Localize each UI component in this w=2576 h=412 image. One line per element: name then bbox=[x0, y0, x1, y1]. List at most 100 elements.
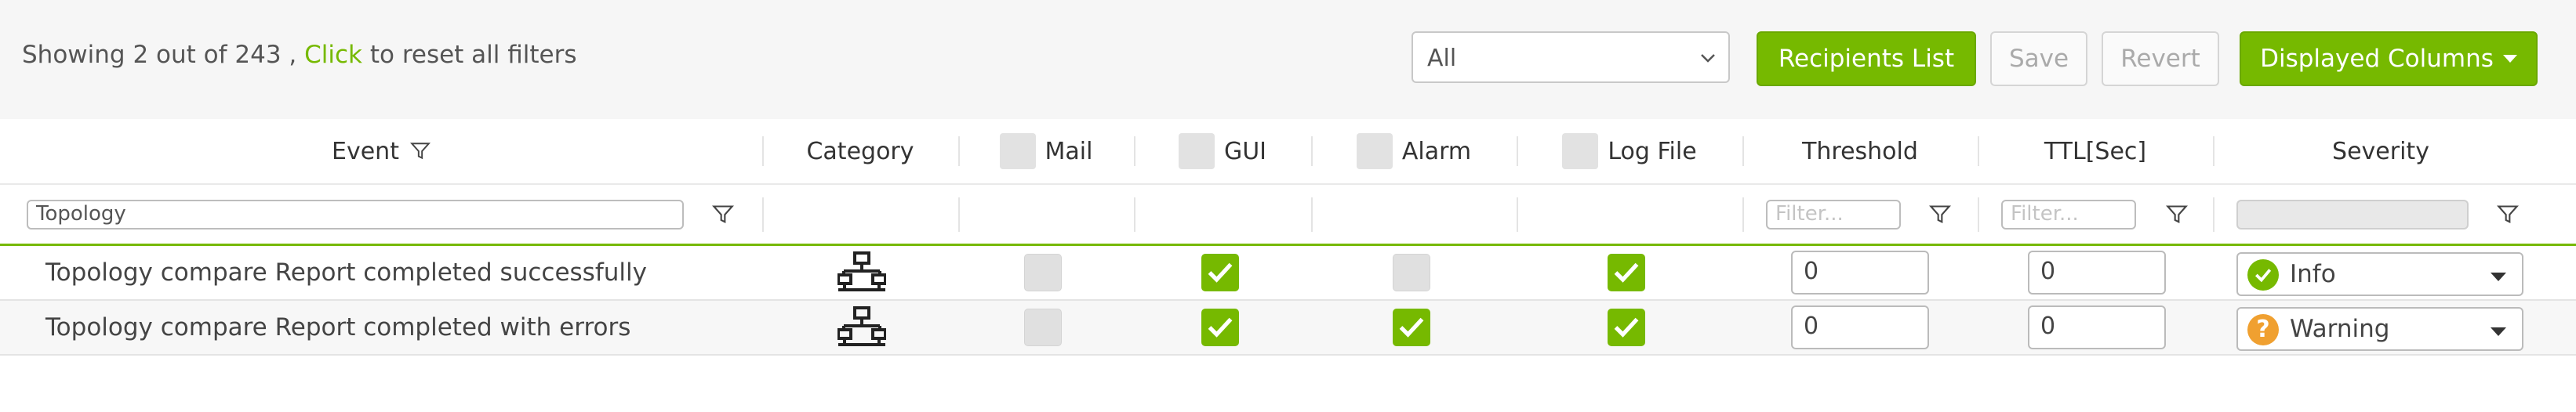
ttl-value: 0 bbox=[2040, 258, 2056, 285]
threshold-value: 0 bbox=[1804, 313, 1819, 340]
column-divider bbox=[1742, 197, 1744, 232]
logfile-checkbox[interactable] bbox=[1608, 309, 1645, 346]
column-header-category: Category bbox=[762, 119, 958, 183]
topology-icon bbox=[837, 251, 886, 291]
topology-icon bbox=[837, 306, 886, 346]
severity-value: Info bbox=[2290, 260, 2336, 288]
column-divider bbox=[762, 136, 764, 166]
revert-button[interactable]: Revert bbox=[2102, 31, 2219, 86]
column-header-category-label: Category bbox=[806, 137, 914, 165]
column-divider bbox=[1134, 197, 1135, 232]
checkmark-icon bbox=[1399, 317, 1424, 338]
column-divider bbox=[1742, 136, 1744, 166]
filter-icon[interactable] bbox=[409, 141, 431, 161]
column-divider bbox=[958, 136, 960, 166]
threshold-input[interactable]: 0 bbox=[1791, 251, 1929, 295]
save-button[interactable]: Save bbox=[1990, 31, 2087, 86]
event-filter-select-value: All bbox=[1427, 45, 1457, 72]
filter-row: Topology Filter... Filter... bbox=[0, 183, 2576, 246]
dropdown-arrow-icon bbox=[2491, 327, 2506, 336]
alarm-checkbox[interactable] bbox=[1393, 254, 1430, 291]
column-divider bbox=[1311, 197, 1313, 232]
checkmark-icon bbox=[1614, 262, 1639, 283]
column-header-alarm: Alarm bbox=[1311, 119, 1517, 183]
column-divider bbox=[2213, 136, 2214, 166]
mail-select-all-checkbox[interactable] bbox=[999, 133, 1036, 169]
question-circle-icon: ? bbox=[2247, 314, 2279, 345]
column-header-gui-label: GUI bbox=[1223, 137, 1267, 165]
column-header-event[interactable]: Event bbox=[0, 119, 762, 183]
ttl-input[interactable]: 0 bbox=[2028, 251, 2166, 295]
column-header-event-label: Event bbox=[332, 137, 399, 165]
revert-label: Revert bbox=[2120, 45, 2200, 73]
event-name: Topology compare Report completed with e… bbox=[45, 313, 631, 342]
gui-checkbox[interactable] bbox=[1201, 309, 1239, 346]
column-header-logfile: Log File bbox=[1517, 119, 1742, 183]
recipients-list-button[interactable]: Recipients List bbox=[1757, 31, 1976, 86]
filter-icon[interactable] bbox=[712, 204, 734, 226]
recipients-list-label: Recipients List bbox=[1778, 45, 1955, 73]
column-header-mail: Mail bbox=[958, 119, 1134, 183]
column-divider bbox=[1311, 136, 1313, 166]
reset-filters-link[interactable]: Click bbox=[304, 41, 362, 69]
checkmark-icon bbox=[1614, 317, 1639, 338]
check-circle-icon bbox=[2247, 259, 2279, 291]
save-label: Save bbox=[2008, 45, 2069, 73]
column-header-ttl-label: TTL[Sec] bbox=[2044, 137, 2147, 165]
threshold-input[interactable]: 0 bbox=[1791, 305, 1929, 349]
ttl-filter-placeholder: Filter... bbox=[2011, 202, 2079, 226]
table-row[interactable]: Topology compare Report completed succes… bbox=[0, 246, 2576, 301]
ttl-value: 0 bbox=[2040, 313, 2056, 340]
severity-filter-select[interactable] bbox=[2236, 200, 2469, 229]
alarm-select-all-checkbox[interactable] bbox=[1356, 133, 1393, 169]
checkmark-icon bbox=[1208, 262, 1233, 283]
severity-select[interactable]: Info bbox=[2236, 252, 2523, 296]
logfile-checkbox[interactable] bbox=[1608, 254, 1645, 291]
toolbar: Showing 2 out of 243 , Click to reset al… bbox=[0, 0, 2576, 119]
ttl-input[interactable]: 0 bbox=[2028, 305, 2166, 349]
column-header-severity-label: Severity bbox=[2332, 137, 2429, 165]
mail-checkbox[interactable] bbox=[1024, 254, 1062, 291]
column-header-alarm-label: Alarm bbox=[1401, 137, 1472, 165]
alarm-checkbox[interactable] bbox=[1393, 309, 1430, 346]
threshold-filter-input[interactable]: Filter... bbox=[1766, 200, 1901, 229]
column-header-ttl: TTL[Sec] bbox=[1978, 119, 2213, 183]
column-divider bbox=[762, 197, 764, 232]
event-filter-input[interactable]: Topology bbox=[27, 200, 684, 229]
column-divider bbox=[958, 197, 960, 232]
threshold-value: 0 bbox=[1804, 258, 1819, 285]
mail-checkbox[interactable] bbox=[1024, 309, 1062, 346]
column-divider bbox=[1978, 197, 1979, 232]
gui-select-all-checkbox[interactable] bbox=[1178, 133, 1215, 169]
checkmark-icon bbox=[1208, 317, 1233, 338]
filter-icon[interactable] bbox=[1929, 204, 1951, 226]
dropdown-arrow-icon bbox=[2491, 273, 2506, 281]
column-divider bbox=[2213, 197, 2214, 232]
reset-filters-text: to reset all filters bbox=[362, 41, 577, 69]
column-header-threshold-label: Threshold bbox=[1802, 137, 1918, 165]
filter-icon[interactable] bbox=[2166, 204, 2188, 226]
column-divider bbox=[1517, 136, 1518, 166]
column-divider bbox=[1978, 136, 1979, 166]
column-header-threshold: Threshold bbox=[1742, 119, 1978, 183]
column-divider bbox=[1517, 197, 1518, 232]
ttl-filter-input[interactable]: Filter... bbox=[2001, 200, 2136, 229]
severity-value: Warning bbox=[2290, 315, 2390, 343]
threshold-filter-placeholder: Filter... bbox=[1775, 202, 1844, 226]
severity-select[interactable]: ? Warning bbox=[2236, 307, 2523, 351]
event-filter-select[interactable]: All bbox=[1412, 31, 1730, 83]
column-header-severity: Severity bbox=[2213, 119, 2549, 183]
displayed-columns-label: Displayed Columns bbox=[2260, 45, 2494, 73]
chevron-down-icon bbox=[1701, 54, 1715, 63]
results-summary: Showing 2 out of 243 , Click to reset al… bbox=[22, 41, 577, 69]
table-row[interactable]: Topology compare Report completed with e… bbox=[0, 301, 2576, 356]
filter-icon[interactable] bbox=[2497, 204, 2519, 226]
column-header-gui: GUI bbox=[1134, 119, 1311, 183]
displayed-columns-button[interactable]: Displayed Columns bbox=[2240, 31, 2538, 86]
column-header-logfile-label: Log File bbox=[1608, 137, 1697, 165]
logfile-select-all-checkbox[interactable] bbox=[1562, 133, 1599, 169]
gui-checkbox[interactable] bbox=[1201, 254, 1239, 291]
event-name: Topology compare Report completed succes… bbox=[45, 258, 647, 287]
column-header-mail-label: Mail bbox=[1045, 137, 1093, 165]
results-count-text: Showing 2 out of 243 , bbox=[22, 41, 305, 69]
